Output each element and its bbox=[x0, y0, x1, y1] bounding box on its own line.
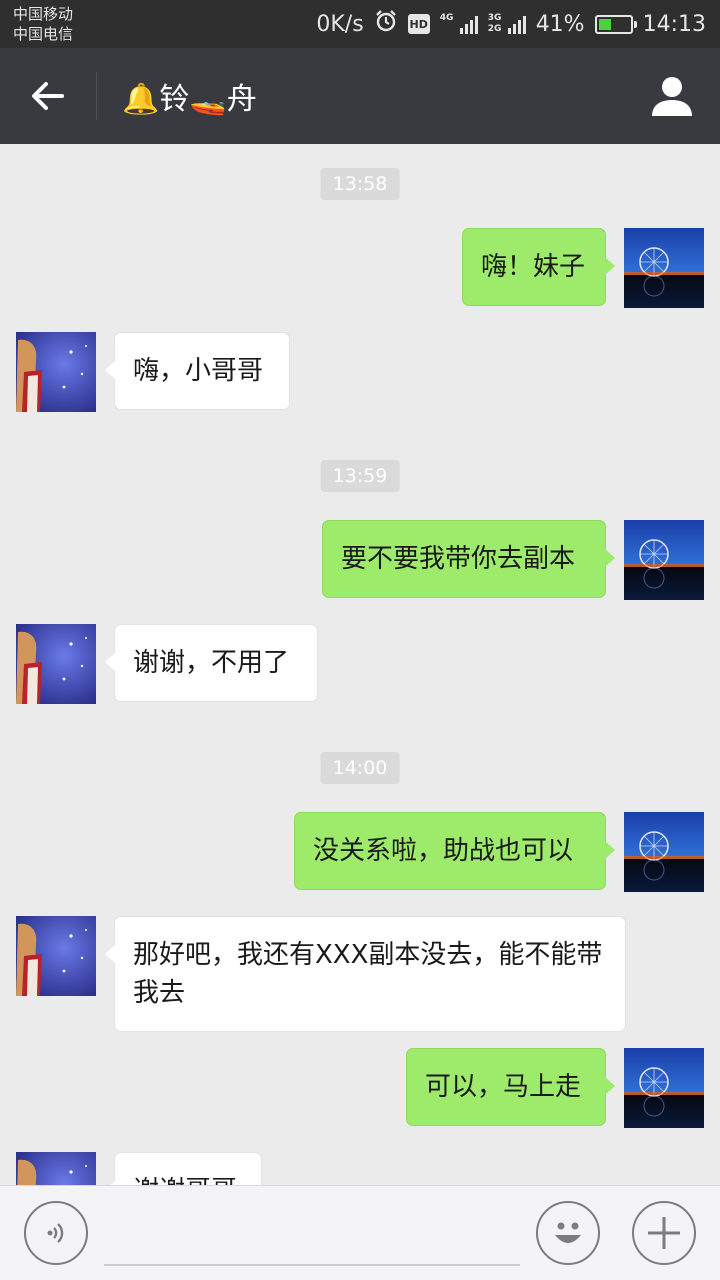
sent-message[interactable]: 嗨！妹子 bbox=[462, 228, 615, 306]
message-list[interactable]: 13:58 嗨！妹子嗨，小哥哥 13:59 要不要我带你去副本 谢谢，不用了 14:00 没… bbox=[0, 144, 720, 1185]
signal-4g-icon: 4G bbox=[440, 13, 478, 35]
more-button[interactable] bbox=[632, 1201, 696, 1265]
voice-icon bbox=[47, 1223, 64, 1243]
plus-icon bbox=[648, 1217, 680, 1249]
emoji-button[interactable] bbox=[536, 1201, 600, 1265]
chat-title: 🔔铃🚤舟 bbox=[122, 82, 257, 117]
alarm-icon bbox=[374, 9, 398, 39]
my-avatar[interactable] bbox=[624, 1048, 704, 1128]
profile-button[interactable] bbox=[646, 70, 698, 122]
message-input[interactable] bbox=[104, 1264, 520, 1266]
header-divider bbox=[96, 72, 97, 120]
my-avatar[interactable] bbox=[624, 520, 704, 600]
received-message[interactable]: 嗨，小哥哥 bbox=[105, 332, 290, 410]
carrier-2: 中国电信 bbox=[13, 25, 74, 43]
battery-percent: 41% bbox=[535, 11, 585, 37]
received-message[interactable]: 谢谢哥哥 bbox=[105, 1152, 262, 1185]
status-bar: 中国移动 中国电信 0K/s HD 4G 3G 2G 41% 14:13 bbox=[0, 0, 720, 48]
battery-icon bbox=[594, 14, 637, 34]
chat-header: 🔔铃🚤舟 bbox=[0, 48, 720, 144]
hd-badge: HD bbox=[407, 14, 430, 34]
sent-message[interactable]: 没关系啦，助战也可以 bbox=[294, 812, 615, 890]
signal-3g-icon: 3G 2G bbox=[488, 13, 526, 35]
contact-avatar[interactable] bbox=[16, 916, 96, 996]
received-message[interactable]: 谢谢，不用了 bbox=[105, 624, 318, 702]
received-message[interactable]: 那好吧，我还有XXX副本没去，能不能带我去 bbox=[105, 916, 626, 1032]
emoji-icon bbox=[555, 1222, 581, 1243]
back-button[interactable] bbox=[20, 72, 76, 120]
status-indicators: 0K/s HD 4G 3G 2G 41% 14:13 bbox=[316, 0, 706, 48]
my-avatar[interactable] bbox=[624, 812, 704, 892]
timestamp: 13:59 bbox=[320, 460, 400, 492]
contact-avatar[interactable] bbox=[16, 624, 96, 704]
input-bar bbox=[0, 1185, 720, 1280]
net-label-1: 4G bbox=[439, 13, 454, 23]
my-avatar[interactable] bbox=[624, 228, 704, 308]
network-speed: 0K/s bbox=[316, 11, 364, 37]
timestamp: 13:58 bbox=[320, 168, 400, 200]
sent-message[interactable]: 要不要我带你去副本 bbox=[322, 520, 615, 598]
carrier-1: 中国移动 bbox=[13, 5, 74, 23]
net-label-2: 3G 2G bbox=[487, 13, 502, 34]
contact-avatar[interactable] bbox=[16, 1152, 96, 1185]
clock: 14:13 bbox=[642, 11, 706, 37]
sent-message[interactable]: 可以，马上走 bbox=[406, 1048, 615, 1126]
contact-avatar[interactable] bbox=[16, 332, 96, 412]
arrow-left-icon bbox=[32, 82, 64, 110]
carrier-info: 中国移动 中国电信 bbox=[13, 4, 73, 44]
timestamp: 14:00 bbox=[320, 752, 400, 784]
person-icon bbox=[652, 77, 692, 116]
voice-button[interactable] bbox=[24, 1201, 88, 1265]
